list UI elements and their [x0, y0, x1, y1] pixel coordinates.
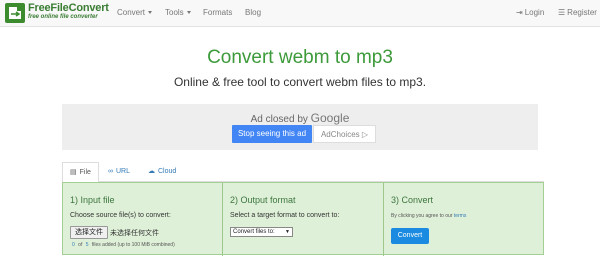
- no-file-chosen-text: 未选择任何文件: [110, 230, 159, 237]
- dropdown-arrow-icon: ▼: [285, 229, 290, 235]
- files-added-count: 0: [72, 242, 75, 248]
- nav-convert-label: Convert: [117, 8, 146, 17]
- input-file-heading: 1) Input file: [70, 195, 115, 205]
- files-added-suffix: files added (up to 100 MiB combined): [91, 242, 175, 248]
- source-tabs: ▤ File ∞ URL ☁ Cloud: [62, 162, 544, 183]
- chevron-down-icon: [148, 11, 153, 15]
- terms-agreement-text: By clicking you agree to our: [391, 213, 453, 219]
- ad-closed-label: Ad closed by: [250, 114, 308, 125]
- tab-cloud[interactable]: ☁ Cloud: [141, 162, 183, 182]
- chevron-down-icon: [186, 11, 191, 15]
- terms-agreement: By clicking you agree to our terms: [391, 213, 466, 219]
- tab-url-label: URL: [116, 168, 131, 175]
- ad-closed-text: Ad closed by Google: [62, 111, 538, 125]
- user-icon: ☰: [558, 8, 566, 17]
- page-title: Convert webm to mp3: [207, 47, 393, 68]
- target-format-value: Convert files to:: [233, 229, 275, 235]
- file-icon: ▤: [70, 169, 77, 176]
- convert-heading: 3) Convert: [391, 195, 434, 205]
- adchoices-button[interactable]: AdChoices ▷: [313, 125, 376, 143]
- files-added-counter: 0 of 5 files added (up to 100 MiB combin…: [70, 242, 175, 248]
- google-wordmark: Google: [310, 111, 350, 125]
- choose-file-button[interactable]: 选择文件: [70, 226, 108, 239]
- nav-register[interactable]: ☰ Register: [558, 8, 597, 17]
- converter-panel: 1) Input file Choose source file(s) to c…: [62, 182, 544, 256]
- adchoices-label: AdChoices: [320, 130, 360, 139]
- nav-register-label: Register: [567, 8, 597, 17]
- target-format-select[interactable]: Convert files to: ▼: [230, 227, 293, 237]
- convert-step: 3) Convert By clicking you agree to our …: [383, 183, 544, 256]
- input-file-step: 1) Input file Choose source file(s) to c…: [63, 183, 221, 256]
- nav-login[interactable]: ⇥ Login: [516, 8, 544, 17]
- output-format-heading: 2) Output format: [230, 195, 296, 205]
- stop-seeing-ad-button[interactable]: Stop seeing this ad: [232, 125, 312, 143]
- tab-file-label: File: [79, 169, 91, 176]
- nav-convert[interactable]: Convert: [117, 8, 153, 17]
- page-subtitle: Online & free tool to convert webm files…: [173, 75, 427, 89]
- tab-cloud-label: Cloud: [158, 168, 177, 175]
- terms-link[interactable]: terms: [454, 213, 467, 219]
- nav-blog-label: Blog: [245, 8, 262, 17]
- output-format-step: 2) Output format Select a target format …: [222, 183, 382, 256]
- sign-in-icon: ⇥: [516, 8, 523, 17]
- nav-formats-label: Formats: [203, 8, 233, 17]
- files-of-label: of: [78, 242, 83, 248]
- tab-file[interactable]: ▤ File: [62, 162, 99, 183]
- ad-closed-box: Ad closed by Google Stop seeing this ad …: [62, 104, 538, 150]
- nav-blog[interactable]: Blog: [245, 8, 261, 17]
- input-file-instruction: Choose source file(s) to convert:: [70, 212, 171, 219]
- convert-button[interactable]: Convert: [391, 228, 429, 244]
- output-format-instruction: Select a target format to convert to:: [230, 212, 340, 219]
- logo-title: FreeFileConvert: [28, 2, 109, 14]
- tab-url[interactable]: ∞ URL: [101, 162, 137, 182]
- nav-tools[interactable]: Tools: [165, 8, 191, 17]
- cloud-icon: ☁: [148, 168, 155, 175]
- nav-login-label: Login: [524, 8, 545, 17]
- files-max-count: 5: [85, 242, 89, 248]
- link-icon: ∞: [108, 168, 113, 175]
- logo-icon: [5, 3, 25, 23]
- navbar: FreeFileConvert free online file convert…: [0, 0, 600, 27]
- logo[interactable]: FreeFileConvert free online file convert…: [5, 2, 109, 25]
- adchoices-triangle-icon: ▷: [361, 130, 369, 139]
- nav-formats[interactable]: Formats: [203, 8, 232, 17]
- logo-tagline: free online file converter: [28, 14, 98, 20]
- nav-tools-label: Tools: [165, 8, 184, 17]
